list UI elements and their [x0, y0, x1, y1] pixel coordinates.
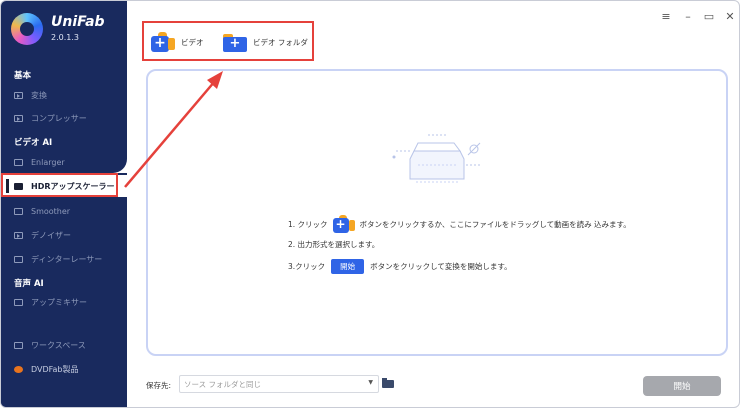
menu-icon[interactable]: ≡: [659, 10, 673, 23]
add-video-icon: [151, 32, 175, 52]
sidebar-item-enlarger[interactable]: Enlarger: [1, 151, 127, 173]
deinterlace-icon: [14, 255, 23, 263]
sidebar-item-label: ワークスペース: [31, 340, 86, 350]
smoother-icon: [14, 207, 23, 215]
sidebar-item-compressor[interactable]: コンプレッサー: [1, 107, 127, 129]
start-button[interactable]: 開始: [643, 376, 721, 396]
sidebar-item-convert[interactable]: 変換: [1, 84, 127, 106]
sidebar-item-label: DVDFab製品: [31, 364, 79, 374]
start-chip: 開始: [331, 259, 365, 274]
chevron-down-icon: ▼: [368, 379, 373, 386]
browse-folder-icon[interactable]: [382, 378, 394, 388]
enlarge-icon: [14, 158, 23, 166]
add-folder-icon: [223, 32, 247, 52]
app-name: UniFab: [51, 14, 105, 30]
step3-prefix: 3.クリック: [288, 262, 326, 271]
step1-suffix: ボタンをクリックするか、ここにファイルをドラッグして動画を読み 込みます。: [359, 219, 631, 229]
play-icon: [14, 114, 23, 122]
sidebar-item-label: 変換: [31, 90, 47, 100]
sidebar-curve: [111, 153, 127, 173]
step2-text: 2. 出力形式を選択します。: [288, 240, 380, 249]
sidebar-item-denoiser[interactable]: デノイザー: [1, 224, 127, 246]
sidebar-item-label: ディンターレーサー: [31, 254, 103, 264]
sidebar-lower: Smoother デノイザー ディンターレーサー 音声 AI アップミキサー ワ…: [1, 198, 127, 407]
sidebar-item-label: アップミキサー: [31, 297, 87, 307]
step3-suffix: ボタンをクリックして変換を開始します。: [370, 262, 512, 271]
denoise-icon: [14, 231, 23, 239]
app-version: 2.0.1.3: [51, 33, 79, 42]
save-location-value: ソース フォルダと同じ: [184, 380, 262, 389]
instruction-step-1: 1. クリック ボタンをクリックするか、ここにファイルをドラッグして動画を読み …: [288, 215, 631, 233]
sidebar-item-workspace[interactable]: ワークスペース: [1, 334, 127, 356]
hdr-item-highlight: [1, 173, 118, 197]
sidebar-item-deinterlacer[interactable]: ディンターレーサー: [1, 248, 127, 270]
add-video-icon: [332, 215, 355, 233]
close-icon[interactable]: ✕: [723, 10, 737, 23]
sidebar-item-dvdfab[interactable]: DVDFab製品: [1, 358, 127, 380]
instruction-step-3: 3.クリック 開始 ボタンをクリックして変換を開始します。: [288, 259, 512, 274]
dvdfab-icon: [14, 365, 23, 373]
add-video-label: ビデオ: [181, 37, 204, 47]
minimize-icon[interactable]: –: [681, 10, 695, 23]
instruction-step-2: 2. 出力形式を選択します。: [288, 239, 379, 250]
drop-illustration: [392, 134, 481, 183]
sidebar-item-label: コンプレッサー: [31, 113, 87, 123]
sidebar-item-label: デノイザー: [31, 230, 71, 240]
sidebar-item-label: Smoother: [31, 206, 71, 216]
add-toolbar-highlight: ビデオ ビデオ フォルダ: [142, 21, 314, 61]
step1-prefix: 1. クリック: [288, 219, 328, 229]
file-drop-area[interactable]: 1. クリック ボタンをクリックするか、ここにファイルをドラッグして動画を読み …: [146, 69, 728, 356]
sidebar-item-label: Enlarger: [31, 157, 65, 167]
add-video-folder-button[interactable]: ビデオ フォルダ: [223, 32, 308, 52]
maximize-icon[interactable]: ▭: [702, 10, 716, 23]
brand: UniFab 2.0.1.3: [11, 13, 105, 45]
section-basic: 基本: [14, 71, 32, 81]
section-video-ai: ビデオ AI: [14, 138, 53, 148]
play-icon: [14, 91, 23, 99]
upmix-icon: [14, 298, 23, 306]
section-audio-ai: 音声 AI: [14, 279, 44, 289]
app-window: UniFab 2.0.1.3 基本 変換 コンプレッサー ビデオ AI Enla…: [0, 0, 740, 408]
monitor-icon: [14, 341, 23, 349]
sidebar-item-smoother[interactable]: Smoother: [1, 200, 127, 222]
sidebar-item-upmixer[interactable]: アップミキサー: [1, 291, 127, 313]
add-video-folder-label: ビデオ フォルダ: [253, 37, 308, 47]
unifab-logo: [11, 13, 43, 45]
add-video-button[interactable]: ビデオ: [151, 32, 204, 52]
save-location-select[interactable]: ソース フォルダと同じ ▼: [179, 375, 379, 393]
save-to-label: 保存先:: [146, 381, 172, 390]
